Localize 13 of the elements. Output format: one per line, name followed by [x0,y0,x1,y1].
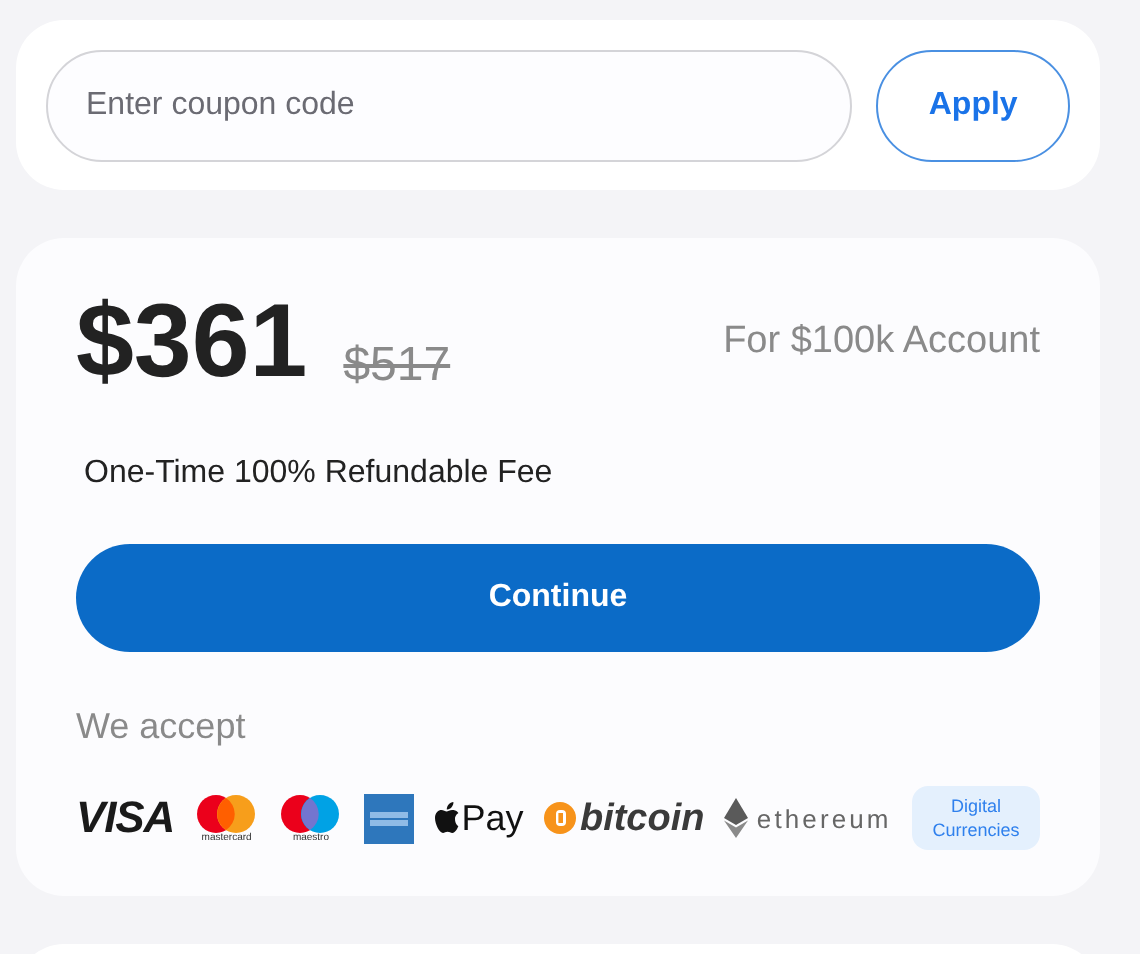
fee-note: One-Time 100% Refundable Fee [84,454,555,494]
visa-logo: VISA [76,796,175,840]
account-label: For $100k Account [723,318,1040,366]
digital-currencies-badge: Digital Currencies [911,786,1040,850]
accept-label: We accept [76,704,248,750]
apply-button[interactable]: Apply [876,49,1070,161]
ethereum-logo: ethereum [724,798,892,838]
bitcoin-logo: bitcoin [543,799,705,837]
coupon-input[interactable]: Enter coupon code [46,49,853,161]
apple-pay-logo: Pay [433,800,524,836]
old-price: $517 [343,342,451,390]
price: $361 [76,290,308,394]
continue-button[interactable]: Continue [76,544,1040,652]
